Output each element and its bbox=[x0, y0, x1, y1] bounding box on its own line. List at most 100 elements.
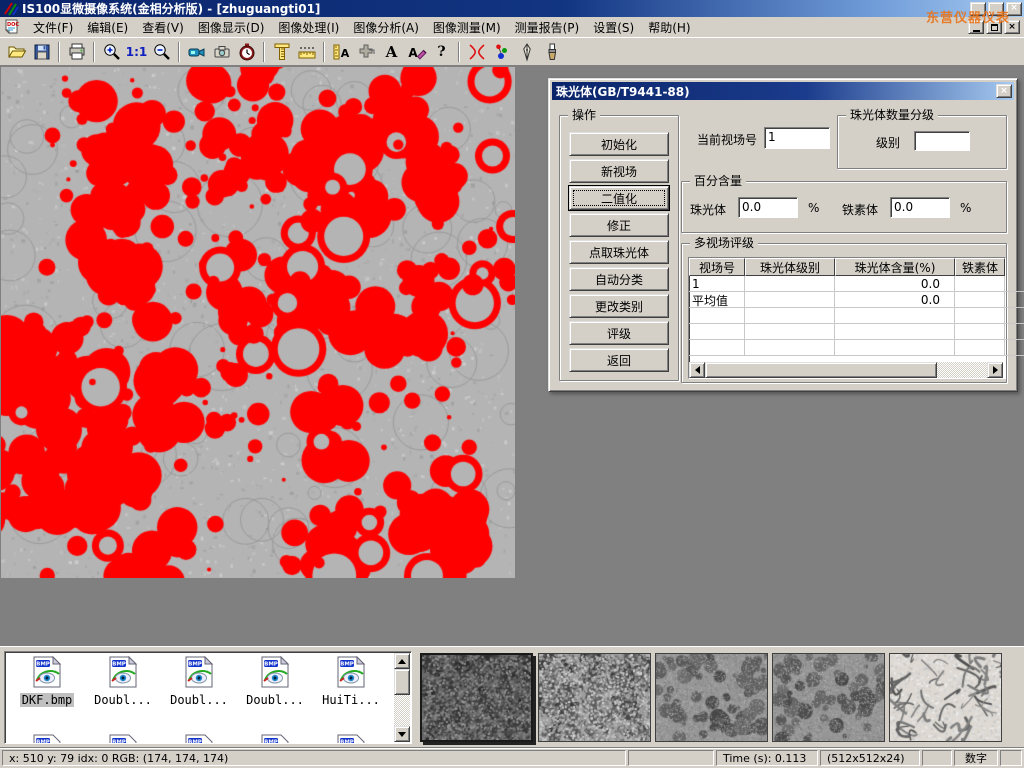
scroll-down-button[interactable] bbox=[394, 726, 410, 742]
pick-pearlite-button[interactable]: 点取珠光体 bbox=[569, 240, 669, 264]
auto-classify-button[interactable]: 自动分类 bbox=[569, 267, 669, 291]
camera-icon[interactable] bbox=[209, 40, 234, 64]
menu-help[interactable]: 帮助(H) bbox=[641, 17, 697, 38]
percent-group-label: 百分含量 bbox=[690, 173, 746, 189]
pen-icon[interactable] bbox=[514, 40, 539, 64]
file-name[interactable]: Doubl... bbox=[244, 693, 306, 707]
open-icon[interactable] bbox=[4, 40, 29, 64]
thumbnail-3[interactable] bbox=[655, 653, 768, 742]
measure-text-icon[interactable]: A bbox=[329, 40, 354, 64]
file-item[interactable]: BMP Doubl... bbox=[239, 656, 311, 707]
ruler-icon[interactable] bbox=[294, 40, 319, 64]
menu-view[interactable]: 查看(V) bbox=[135, 17, 191, 38]
col-ferrite[interactable]: 铁素体 bbox=[955, 258, 1005, 276]
file-item[interactable]: BMP Doubl... bbox=[163, 656, 235, 707]
scroll-up-button[interactable] bbox=[394, 653, 410, 669]
menu-measure-report[interactable]: 测量报告(P) bbox=[508, 17, 587, 38]
timer-icon[interactable] bbox=[234, 40, 259, 64]
empty-panel bbox=[1000, 750, 1022, 766]
text-icon[interactable]: A bbox=[379, 40, 404, 64]
ferrite-percent-input[interactable]: 0.0 bbox=[890, 197, 950, 218]
menu-image-measure[interactable]: 图像测量(M) bbox=[426, 17, 508, 38]
table-row[interactable]: 1 0.0 bbox=[689, 276, 1024, 292]
menu-image-process[interactable]: 图像处理(I) bbox=[271, 17, 346, 38]
file-list-scrollbar[interactable] bbox=[394, 653, 410, 742]
thumbnail-4[interactable] bbox=[772, 653, 885, 742]
dialog-title-bar[interactable]: 珠光体(GB/T9441-88) × bbox=[552, 82, 1014, 100]
bmp-file-icon: BMP bbox=[260, 734, 290, 744]
help-icon[interactable]: ? bbox=[429, 40, 454, 64]
file-item[interactable]: BMP bbox=[163, 734, 235, 744]
init-button[interactable]: 初始化 bbox=[569, 132, 669, 156]
multiview-group: 多视场评级 视场号 珠光体级别 珠光体含量(%) 铁素体 1 0.0 平均值 0… bbox=[681, 243, 1007, 383]
scroll-left-button[interactable] bbox=[689, 362, 705, 378]
ferrite-label: 铁素体 bbox=[842, 201, 878, 218]
menu-image-display[interactable]: 图像显示(D) bbox=[191, 17, 272, 38]
caliper-icon[interactable] bbox=[269, 40, 294, 64]
actual-size-icon[interactable]: 1:1 bbox=[124, 40, 149, 64]
scroll-thumb[interactable] bbox=[394, 669, 410, 695]
file-name[interactable]: Doubl... bbox=[168, 693, 230, 707]
empty-panel bbox=[922, 750, 952, 766]
menu-edit[interactable]: 编辑(E) bbox=[80, 17, 135, 38]
scroll-right-button[interactable] bbox=[987, 362, 1003, 378]
bmp-file-icon: BMP bbox=[336, 734, 366, 744]
file-item[interactable]: BMP bbox=[87, 734, 159, 744]
pearlite-percent-input[interactable]: 0.0 bbox=[738, 197, 798, 218]
operation-group-label: 操作 bbox=[568, 107, 600, 123]
multiview-table[interactable]: 视场号 珠光体级别 珠光体含量(%) 铁素体 1 0.0 平均值 0.0 bbox=[688, 257, 1006, 379]
zoom-out-icon[interactable] bbox=[149, 40, 174, 64]
level-input[interactable] bbox=[914, 131, 970, 151]
return-button[interactable]: 返回 bbox=[569, 348, 669, 372]
zoom-in-icon[interactable] bbox=[99, 40, 124, 64]
ferrite-percent-sign: % bbox=[960, 201, 971, 215]
menu-file[interactable]: 文件(F) bbox=[26, 17, 80, 38]
table-row[interactable]: 平均值 0.0 bbox=[689, 292, 1024, 308]
file-list[interactable]: BMP DKF.bmp BMP Doubl... BMP Doubl... BM… bbox=[4, 651, 412, 744]
vendor-watermark: 东营仪器仪表 bbox=[926, 7, 1010, 26]
file-name[interactable]: DKF.bmp bbox=[20, 693, 75, 707]
col-pearlite-content[interactable]: 珠光体含量(%) bbox=[835, 258, 955, 276]
correct-button[interactable]: 修正 bbox=[569, 213, 669, 237]
file-item[interactable]: BMP bbox=[239, 734, 311, 744]
print-icon[interactable] bbox=[64, 40, 89, 64]
svg-text:BMP: BMP bbox=[264, 740, 278, 745]
current-view-input[interactable]: 1 bbox=[764, 127, 830, 149]
thumbnail-1[interactable] bbox=[420, 653, 533, 742]
file-item[interactable]: BMP bbox=[11, 734, 83, 744]
grade-button[interactable]: 评级 bbox=[569, 321, 669, 345]
binarized-micrograph-image[interactable] bbox=[1, 67, 515, 578]
thumbnail-5[interactable] bbox=[889, 653, 1002, 742]
file-item[interactable]: BMP DKF.bmp bbox=[11, 656, 83, 707]
svg-text:BMP: BMP bbox=[264, 662, 278, 668]
col-pearlite-grade[interactable]: 珠光体级别 bbox=[745, 258, 835, 276]
video-camera-icon[interactable] bbox=[184, 40, 209, 64]
change-class-button[interactable]: 更改类别 bbox=[569, 294, 669, 318]
new-field-button[interactable]: 新视场 bbox=[569, 159, 669, 183]
col-field-number[interactable]: 视场号 bbox=[689, 258, 745, 276]
bmp-file-icon: BMP bbox=[32, 656, 62, 688]
bmp-file-icon: BMP bbox=[32, 734, 62, 744]
points-icon[interactable] bbox=[489, 40, 514, 64]
file-item[interactable]: BMP HuiTi... bbox=[315, 656, 387, 707]
save-icon[interactable] bbox=[29, 40, 54, 64]
scroll-thumb[interactable] bbox=[705, 362, 937, 378]
binarize-button[interactable]: 二值化 bbox=[569, 186, 669, 210]
document-icon[interactable]: DOC bbox=[4, 18, 22, 36]
file-name[interactable]: HuiTi... bbox=[320, 693, 382, 707]
brush-icon[interactable] bbox=[539, 40, 564, 64]
grid-icon[interactable] bbox=[354, 40, 379, 64]
dialog-close-button[interactable]: × bbox=[996, 84, 1012, 98]
toolbar-separator bbox=[323, 42, 325, 62]
annotate-icon[interactable]: A bbox=[404, 40, 429, 64]
table-hscrollbar[interactable] bbox=[689, 362, 1003, 378]
menu-settings[interactable]: 设置(S) bbox=[586, 17, 641, 38]
file-name[interactable]: Doubl... bbox=[92, 693, 154, 707]
time-panel: Time (s): 0.113 bbox=[716, 750, 818, 766]
menu-image-analysis[interactable]: 图像分析(A) bbox=[346, 17, 426, 38]
menu-bar: DOC 文件(F) 编辑(E) 查看(V) 图像显示(D) 图像处理(I) 图像… bbox=[0, 17, 1024, 38]
file-item[interactable]: BMP Doubl... bbox=[87, 656, 159, 707]
curve-icon[interactable] bbox=[464, 40, 489, 64]
file-item[interactable]: BMP bbox=[315, 734, 387, 744]
thumbnail-2[interactable] bbox=[538, 653, 651, 742]
